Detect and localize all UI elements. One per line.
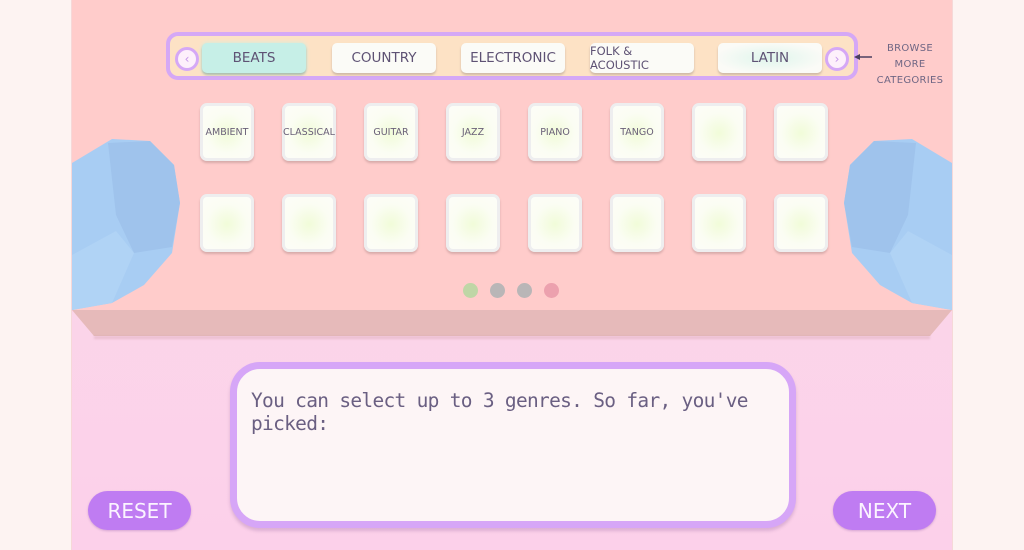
genre-pad-empty[interactable] [282, 194, 336, 252]
right-hand-icon [844, 139, 952, 310]
next-button[interactable]: NEXT [833, 491, 936, 530]
genre-pad-empty[interactable] [774, 194, 828, 252]
browse-more-hint: BROWSE MORE CATEGORIES [870, 41, 950, 89]
category-tab-folk-acoustic[interactable]: FOLK & ACOUSTIC [590, 43, 694, 73]
genre-pad-empty[interactable] [364, 194, 418, 252]
genre-pad-piano[interactable]: PIANO [528, 103, 582, 161]
game-stage: ‹ BEATS COUNTRY ELECTRONIC FOLK & ACOUST… [72, 0, 952, 550]
selection-message: You can select up to 3 genres. So far, y… [251, 389, 749, 435]
page-dot[interactable] [544, 283, 559, 298]
genre-pad-empty[interactable] [528, 194, 582, 252]
genre-pad-empty[interactable] [774, 103, 828, 161]
genre-pad-classical[interactable]: CLASSICAL [282, 103, 336, 161]
chevron-right-icon: › [834, 52, 840, 66]
genre-pad-empty[interactable] [692, 194, 746, 252]
genre-pad-ambient[interactable]: AMBIENT [200, 103, 254, 161]
category-tab-country[interactable]: COUNTRY [332, 43, 436, 73]
page-dot[interactable] [463, 283, 478, 298]
category-tab-latin[interactable]: LATIN [718, 43, 822, 73]
genre-pad-empty[interactable] [692, 103, 746, 161]
category-tab-beats[interactable]: BEATS [202, 43, 306, 73]
right-divider [952, 0, 953, 550]
browse-hint-line2: CATEGORIES [876, 75, 944, 86]
selection-message-box: You can select up to 3 genres. So far, y… [230, 362, 796, 528]
genre-pad-tango[interactable]: TANGO [610, 103, 664, 161]
genre-pad-guitar[interactable]: GUITAR [364, 103, 418, 161]
browse-hint-line1: BROWSE MORE [886, 43, 934, 70]
board-shadow [94, 336, 930, 339]
prev-category-button[interactable]: ‹ [175, 47, 199, 71]
left-hand-icon [72, 139, 180, 310]
page-dot[interactable] [517, 283, 532, 298]
reset-button[interactable]: RESET [88, 491, 191, 530]
chevron-left-icon: ‹ [184, 52, 190, 66]
genre-pad-empty[interactable] [200, 194, 254, 252]
genre-pad-empty[interactable] [610, 194, 664, 252]
category-selector: ‹ BEATS COUNTRY ELECTRONIC FOLK & ACOUST… [166, 32, 858, 80]
next-category-button[interactable]: › [825, 47, 849, 71]
genre-pad-empty[interactable] [446, 194, 500, 252]
category-tab-electronic[interactable]: ELECTRONIC [461, 43, 565, 73]
board-front-edge [72, 310, 952, 336]
genre-pad-jazz[interactable]: JAZZ [446, 103, 500, 161]
page-dot[interactable] [490, 283, 505, 298]
